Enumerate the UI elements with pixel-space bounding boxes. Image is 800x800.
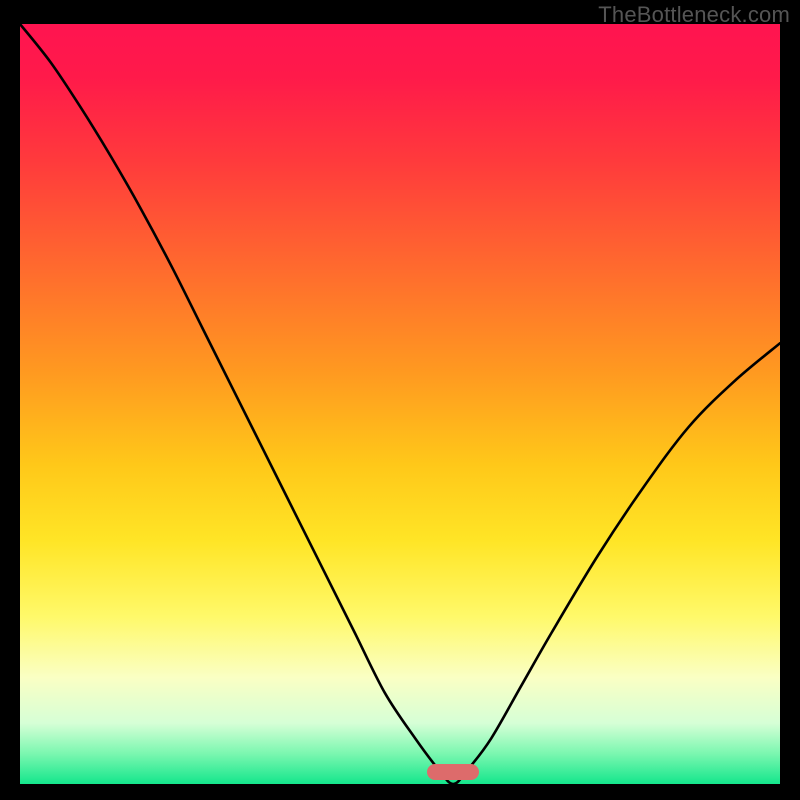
plot-area [20,24,780,784]
bottleneck-curve [20,24,780,784]
dip-marker [427,764,479,780]
chart-frame: TheBottleneck.com [0,0,800,800]
watermark-text: TheBottleneck.com [598,2,790,28]
